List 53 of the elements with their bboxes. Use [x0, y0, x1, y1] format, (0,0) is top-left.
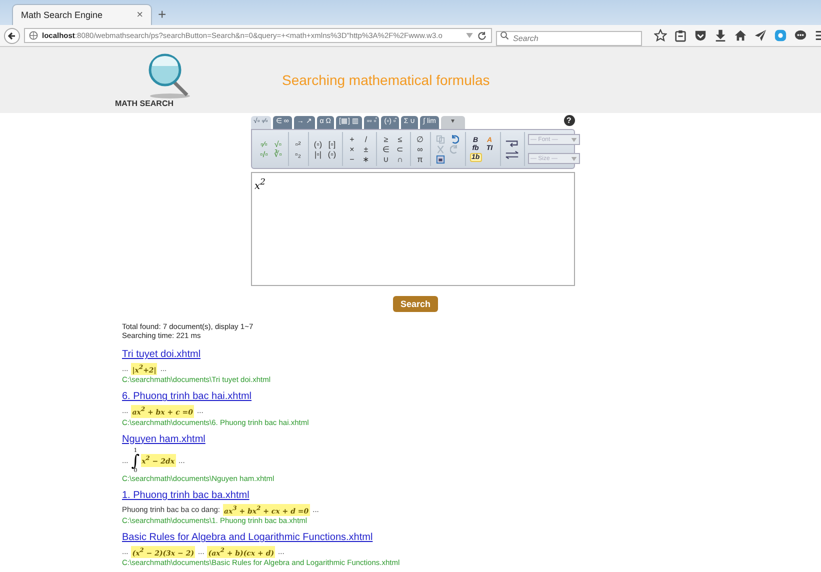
symbol-button[interactable]: ± [360, 144, 372, 154]
integral-sign: ∫ [131, 454, 140, 468]
speech-icon[interactable] [794, 29, 807, 42]
symbol-button[interactable]: ∈ [380, 144, 392, 154]
logo-text: MATH SEARCH [115, 98, 174, 108]
symbol-button[interactable]: ▫₂ [292, 150, 304, 158]
download-icon[interactable] [714, 29, 727, 42]
tab-title: Math Search Engine [21, 10, 103, 20]
symbol-button[interactable]: ▫⁄▫ [258, 140, 270, 148]
result-link[interactable]: 6. Phuong trinh bac hai.xhtml [122, 391, 252, 404]
back-icon[interactable] [4, 28, 20, 44]
formula-input[interactable]: x$^{2}$ [250, 172, 574, 286]
symbol-button[interactable]: ≥ [380, 134, 392, 144]
result-link[interactable]: Nguyen ham.xhtml [122, 434, 206, 446]
symbol-button[interactable]: + [346, 134, 358, 144]
symbol-button[interactable]: ≤ [394, 134, 406, 144]
help-button[interactable]: ? [564, 115, 574, 126]
symbol-button[interactable]: / [360, 134, 372, 144]
caret-icon [570, 138, 576, 142]
symbol-button[interactable]: [▫] [326, 140, 338, 148]
swap-arrows-icon[interactable] [504, 150, 520, 160]
symbol-button[interactable]: × [346, 144, 358, 154]
caret-icon [570, 156, 576, 160]
symbol-button[interactable]: ∗ [360, 154, 372, 164]
star-icon[interactable] [654, 29, 667, 42]
wrap-line-icon[interactable] [504, 138, 520, 148]
search-button[interactable]: Search [393, 296, 438, 312]
symbol-button[interactable]: (▫) [326, 150, 338, 158]
symbol-button[interactable]: ∪ [380, 154, 392, 164]
new-tab-button[interactable]: + [158, 6, 166, 22]
symbol-button[interactable]: ⊂ [394, 144, 406, 154]
symbol-button[interactable]: ∩ [394, 154, 406, 164]
symbol-button[interactable]: |▫| [312, 150, 324, 158]
globe-icon [29, 31, 38, 40]
result-link[interactable]: 1. Phuong trinh bac ba.xhtml [122, 490, 250, 502]
symbol-button[interactable]: ▫² [292, 140, 304, 148]
send-icon[interactable] [754, 29, 767, 42]
result-link[interactable]: Basic Rules for Algebra and Logarithmic Functions.xhtml [122, 532, 373, 544]
result-link[interactable]: Tri tuyet doi.xhtml [122, 349, 201, 361]
clipboard-icon[interactable] [674, 29, 687, 42]
search-field[interactable]: Search [496, 31, 642, 46]
close-tab-button[interactable]: × [136, 9, 143, 21]
symbol-button[interactable]: (▫) [312, 140, 324, 148]
symbol-button[interactable]: − [346, 154, 358, 164]
page-heading: Searching mathematical formulas [282, 72, 490, 88]
symbol-button[interactable]: √▫ [272, 140, 284, 148]
home-icon[interactable] [734, 29, 747, 42]
reload-icon[interactable] [477, 30, 487, 40]
symbol-button[interactable]: ∅ [414, 134, 426, 144]
symbol-button[interactable]: ∞ [414, 144, 426, 154]
browser-tab[interactable]: Math Search Engine × [12, 4, 152, 25]
frame-button[interactable] [434, 154, 446, 164]
symbol-button[interactable]: π [414, 154, 426, 164]
